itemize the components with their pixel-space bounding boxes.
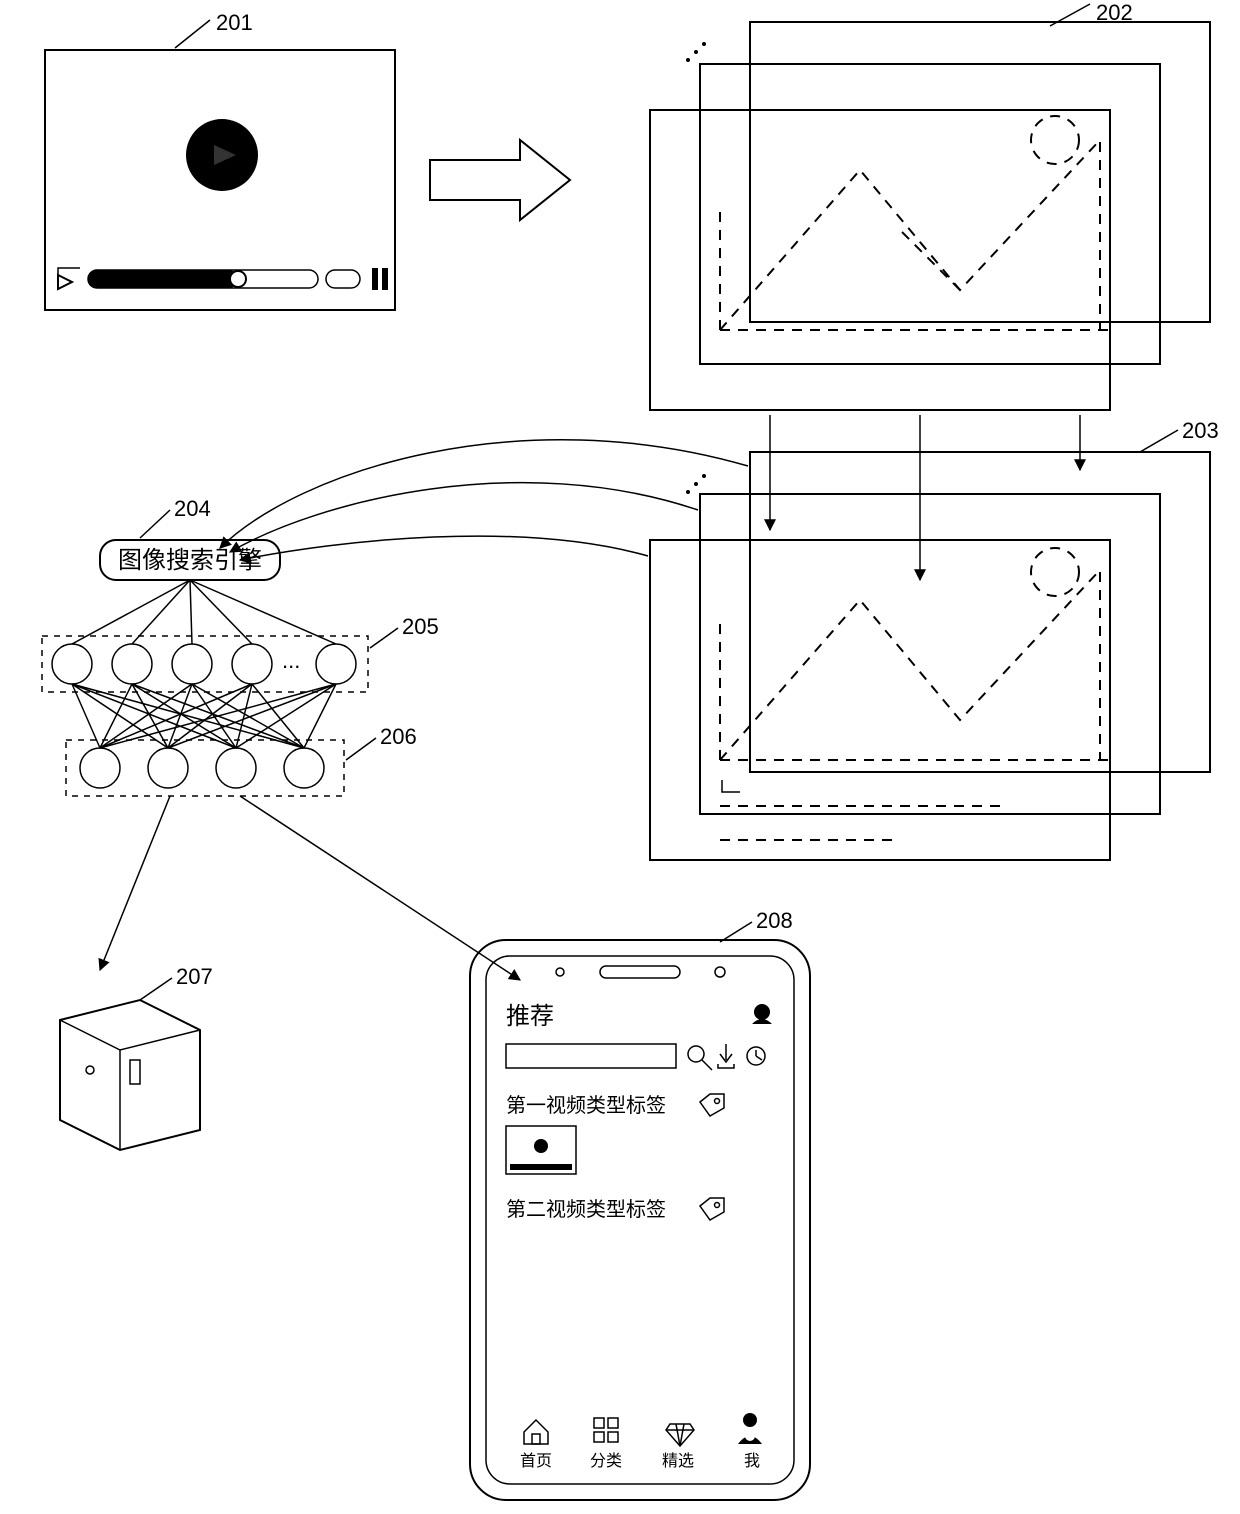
download-icon bbox=[718, 1044, 734, 1068]
nav-home-label: 首页 bbox=[520, 1452, 552, 1470]
ref-206: 206 bbox=[380, 724, 417, 749]
arrows-203-to-204 bbox=[220, 440, 748, 560]
nav-me-label: 我 bbox=[744, 1452, 760, 1470]
phone-header: 推荐 bbox=[506, 1003, 554, 1030]
person-icon bbox=[738, 1413, 762, 1444]
server-207: 207 bbox=[60, 964, 213, 1150]
nav-category-label: 分类 bbox=[590, 1452, 622, 1470]
ref-205: 205 bbox=[402, 614, 439, 639]
phone-label-1: 第一视频类型标签 bbox=[506, 1094, 666, 1117]
arrows-202-to-203 bbox=[770, 415, 1080, 580]
arrows-nn-out bbox=[100, 796, 520, 980]
ref-201: 201 bbox=[216, 10, 253, 35]
flow-arrow-201-to-202 bbox=[430, 140, 570, 220]
home-icon bbox=[524, 1420, 548, 1444]
diagram-root: 201 202 bbox=[0, 0, 1240, 1514]
grid-icon bbox=[594, 1418, 618, 1442]
phone-label-2: 第二视频类型标签 bbox=[506, 1198, 666, 1221]
diamond-icon bbox=[666, 1424, 694, 1446]
search-icon bbox=[688, 1046, 712, 1070]
video-player-201: 201 bbox=[45, 10, 395, 310]
ref-204: 204 bbox=[174, 496, 211, 521]
frame-stack-203: 203 bbox=[650, 418, 1219, 860]
phone-208: 208 推荐 bbox=[470, 908, 810, 1500]
ref-203: 203 bbox=[1182, 418, 1219, 443]
search-engine-label: 图像搜索引擎 bbox=[118, 547, 262, 574]
svg-text:...: ... bbox=[282, 648, 300, 673]
frame-stack-202: 202 bbox=[650, 0, 1210, 410]
ref-202: 202 bbox=[1096, 0, 1133, 25]
phone-screen: 推荐 第一视频类型标签 bbox=[506, 1003, 772, 1470]
tag-icon bbox=[700, 1198, 724, 1220]
ref-208: 208 bbox=[756, 908, 793, 933]
nav-featured-label: 精选 bbox=[662, 1452, 694, 1470]
neural-network: ... 205 206 bbox=[42, 580, 439, 796]
phone-bottom-nav: 首页 分类 精选 bbox=[520, 1413, 762, 1470]
history-icon bbox=[747, 1047, 765, 1065]
ref-207: 207 bbox=[176, 964, 213, 989]
image-search-engine-204: 图像搜索引擎 204 bbox=[100, 496, 280, 580]
tag-icon bbox=[700, 1094, 724, 1116]
